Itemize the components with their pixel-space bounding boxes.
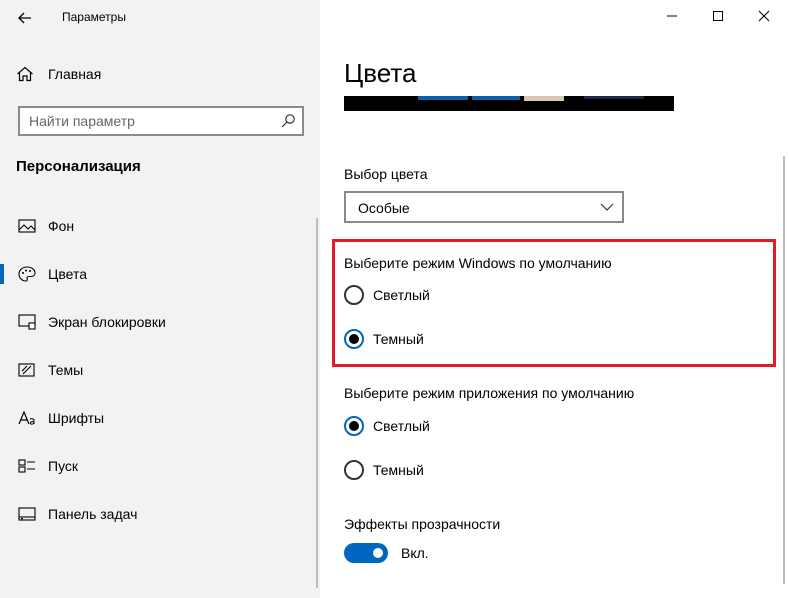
transparency-label: Эффекты прозрачности xyxy=(344,516,501,532)
sidebar-item-label: Фон xyxy=(48,218,75,234)
app-mode-dark-radio[interactable]: Темный xyxy=(344,458,424,482)
sidebar-item-label: Цвета xyxy=(48,266,87,282)
taskbar-icon xyxy=(18,507,36,521)
sidebar-item-label: Экран блокировки xyxy=(48,314,166,330)
radio-button-checked[interactable] xyxy=(344,329,364,349)
close-button[interactable] xyxy=(741,0,787,32)
search-box[interactable] xyxy=(18,106,304,136)
minimize-button[interactable] xyxy=(649,0,695,32)
selection-indicator xyxy=(0,264,4,284)
back-arrow-icon xyxy=(18,12,31,24)
window-title: Параметры xyxy=(62,10,126,24)
sidebar-scrollbar[interactable] xyxy=(316,218,318,588)
sidebar-item-label: Шрифты xyxy=(48,410,105,426)
section-title: Персонализация xyxy=(16,158,141,175)
radio-label: Темный xyxy=(373,331,424,347)
radio-button[interactable] xyxy=(344,285,364,305)
app-mode-light-radio[interactable]: Светлый xyxy=(344,414,430,438)
themes-icon xyxy=(18,363,35,377)
chevron-down-icon xyxy=(600,203,614,211)
home-label: Главная xyxy=(48,66,102,82)
search-input[interactable] xyxy=(20,113,270,129)
sidebar: Параметры Главная Персонализация Фон Цве… xyxy=(0,0,320,598)
sidebar-item-colors[interactable]: Цвета xyxy=(0,254,320,294)
radio-label: Темный xyxy=(373,462,424,478)
lock-screen-icon xyxy=(18,314,36,330)
toggle-state-label: Вкл. xyxy=(401,545,429,561)
palette-icon xyxy=(18,266,36,282)
transparency-toggle[interactable] xyxy=(344,543,388,563)
sidebar-item-label: Темы xyxy=(48,362,84,378)
windows-mode-light-radio[interactable]: Светлый xyxy=(344,283,430,307)
maximize-button[interactable] xyxy=(695,0,741,32)
close-icon xyxy=(758,10,770,22)
dropdown-value: Особые xyxy=(358,200,410,216)
radio-label: Светлый xyxy=(373,418,430,434)
sidebar-item-start[interactable]: Пуск xyxy=(0,446,320,486)
radio-button-checked[interactable] xyxy=(344,416,364,436)
start-icon xyxy=(18,459,35,473)
home-icon xyxy=(17,66,33,82)
sidebar-item-themes[interactable]: Темы xyxy=(0,350,320,390)
main-content: Цвета Выбор цвета Особые Выберите режим … xyxy=(320,0,789,598)
radio-label: Светлый xyxy=(373,287,430,303)
page-title: Цвета xyxy=(344,58,417,88)
home-link[interactable]: Главная xyxy=(16,60,101,88)
theme-preview-image xyxy=(344,96,674,111)
minimize-icon xyxy=(667,15,677,17)
color-choice-label: Выбор цвета xyxy=(344,166,428,182)
content-scrollbar[interactable] xyxy=(783,156,785,584)
fonts-icon xyxy=(18,410,35,425)
toggle-knob xyxy=(373,548,383,558)
sidebar-item-lock-screen[interactable]: Экран блокировки xyxy=(0,302,320,342)
windows-mode-label: Выберите режим Windows по умолчанию xyxy=(344,255,612,271)
color-choice-dropdown[interactable]: Особые xyxy=(344,191,624,223)
radio-button[interactable] xyxy=(344,460,364,480)
search-icon[interactable] xyxy=(280,113,296,129)
sidebar-item-fonts[interactable]: Шрифты xyxy=(0,398,320,438)
windows-mode-dark-radio[interactable]: Темный xyxy=(344,327,424,351)
sidebar-item-taskbar[interactable]: Панель задач xyxy=(0,494,320,534)
picture-icon xyxy=(18,219,36,233)
sidebar-item-background[interactable]: Фон xyxy=(0,206,320,246)
sidebar-item-label: Пуск xyxy=(48,458,79,474)
app-mode-label: Выберите режим приложения по умолчанию xyxy=(344,385,635,401)
maximize-icon xyxy=(713,11,723,21)
back-button[interactable] xyxy=(8,4,42,32)
sidebar-item-label: Панель задач xyxy=(48,506,138,522)
